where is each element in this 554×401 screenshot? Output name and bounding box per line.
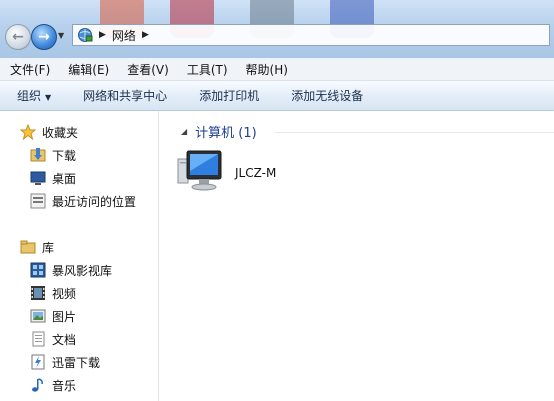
menu-bar: 文件(F) 编辑(E) 查看(V) 工具(T) 帮助(H)	[0, 58, 554, 81]
navigation-pane: 收藏夹 下载 桌面 最近访问的位置 库 暴风影视库 视频 图片 文档 迅雷下载 …	[0, 111, 159, 401]
nav-item-label: 音乐	[52, 378, 77, 393]
computer-item[interactable]: JLCZ-M	[177, 149, 276, 196]
music-icon	[30, 377, 46, 393]
breadcrumb-arrow-icon[interactable]: ▶	[142, 30, 149, 40]
menu-tools[interactable]: 工具(T)	[177, 61, 236, 78]
group-divider	[275, 132, 554, 133]
nav-item-desktop[interactable]: 桌面	[30, 167, 76, 189]
menu-file[interactable]: 文件(F)	[0, 61, 58, 78]
nav-libraries[interactable]: 库	[20, 236, 54, 258]
address-field[interactable]: ▶ 网络 ▶	[72, 24, 550, 46]
video-icon	[30, 285, 46, 301]
nav-item-label: 迅雷下载	[52, 355, 101, 370]
organize-button[interactable]: 组织 ▼	[0, 87, 66, 104]
nav-item-label: 下载	[52, 148, 77, 163]
nav-item-thunder-downloads[interactable]: 迅雷下载	[30, 351, 100, 373]
pictures-icon	[30, 308, 46, 324]
nav-libraries-label: 库	[42, 240, 55, 255]
add-printer-button[interactable]: 添加打印机	[182, 87, 274, 104]
menu-edit[interactable]: 编辑(E)	[58, 61, 117, 78]
recent-places-icon	[30, 193, 46, 209]
recent-pages-dropdown-icon[interactable]: ▼	[58, 31, 64, 40]
nav-item-label: 视频	[52, 286, 77, 301]
nav-item-videos[interactable]: 视频	[30, 282, 76, 304]
nav-item-pictures[interactable]: 图片	[30, 305, 76, 327]
nav-item-downloads[interactable]: 下载	[30, 144, 76, 166]
computer-icon	[177, 149, 225, 196]
download-folder-icon	[30, 147, 46, 163]
menu-help[interactable]: 帮助(H)	[236, 61, 296, 78]
organize-label: 组织	[17, 89, 42, 103]
thunder-download-icon	[30, 354, 46, 370]
nav-item-label: 最近访问的位置	[52, 194, 137, 209]
documents-icon	[30, 331, 46, 347]
back-button[interactable]: ←	[5, 24, 31, 50]
command-toolbar: 组织 ▼ 网络和共享中心 添加打印机 添加无线设备	[0, 81, 554, 111]
nav-item-label: 桌面	[52, 171, 77, 186]
add-wireless-device-button[interactable]: 添加无线设备	[274, 87, 378, 104]
desktop-icon	[30, 170, 46, 186]
nav-item-baofeng-library[interactable]: 暴风影视库	[30, 259, 112, 281]
network-icon	[77, 27, 93, 43]
star-icon	[19, 123, 37, 141]
group-title: 计算机 (1)	[195, 126, 257, 141]
nav-item-label: 图片	[52, 309, 77, 324]
library-icon	[20, 239, 36, 255]
collapse-triangle-icon[interactable]: ◢	[181, 127, 187, 136]
arrow-right-icon: →	[38, 29, 50, 45]
nav-item-documents[interactable]: 文档	[30, 328, 76, 350]
computer-name: JLCZ-M	[235, 165, 277, 180]
menu-view[interactable]: 查看(V)	[117, 61, 177, 78]
nav-item-recent-places[interactable]: 最近访问的位置	[30, 190, 136, 212]
network-sharing-center-button[interactable]: 网络和共享中心	[66, 87, 182, 104]
forward-button[interactable]: →	[31, 24, 57, 50]
arrow-left-icon: ←	[12, 29, 24, 45]
nav-item-music[interactable]: 音乐	[30, 374, 76, 396]
video-library-icon	[30, 262, 46, 278]
nav-favorites[interactable]: 收藏夹	[19, 121, 79, 143]
group-header-computers[interactable]: ◢ 计算机 (1)	[181, 122, 257, 141]
breadcrumb-network[interactable]: 网络	[112, 27, 136, 44]
nav-favorites-label: 收藏夹	[42, 125, 79, 140]
chevron-down-icon: ▼	[45, 93, 52, 102]
address-bar-area: ← → ▼ ▶ 网络 ▶	[0, 0, 554, 58]
breadcrumb-arrow-icon[interactable]: ▶	[99, 30, 106, 40]
nav-item-label: 文档	[52, 332, 77, 347]
content-pane: ◢ 计算机 (1) JLCZ-M	[159, 111, 554, 401]
nav-item-label: 暴风影视库	[52, 263, 113, 278]
